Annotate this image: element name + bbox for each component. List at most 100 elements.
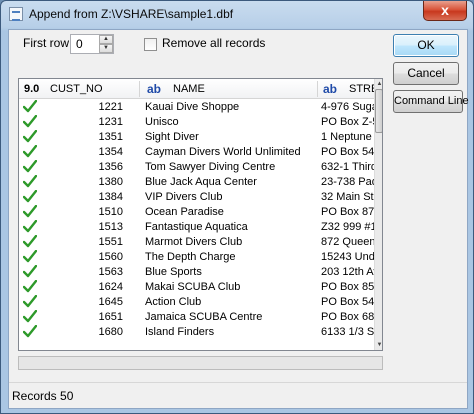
name-cell: Action Club	[145, 296, 202, 308]
table-row[interactable]: 1680 Island Finders 6133 1/3 St	[19, 325, 375, 340]
check-icon[interactable]	[23, 220, 41, 235]
remove-all-label[interactable]: Remove all records	[162, 36, 265, 50]
check-icon[interactable]	[23, 115, 41, 130]
street-cell: 23-738 Pad	[321, 176, 375, 188]
column-divider	[139, 81, 140, 97]
table-row[interactable]: 1356 Tom Sawyer Diving Centre 632-1 Third	[19, 160, 375, 175]
records-grid[interactable]: 9.0 CUST_NO ab NAME ab STRE 1221 Kauai Di…	[18, 78, 383, 351]
cust-no-cell: 1356	[98, 161, 123, 173]
name-cell: The Depth Charge	[145, 251, 236, 263]
scrollbar-thumb[interactable]	[375, 89, 382, 133]
cust-no-cell: 1651	[98, 311, 123, 323]
column-header-name[interactable]: NAME	[173, 79, 293, 99]
first-row-stepper[interactable]: ▲ ▼	[70, 34, 114, 54]
check-icon[interactable]	[23, 265, 41, 280]
scroll-up-icon[interactable]: ▲	[375, 79, 382, 89]
check-icon[interactable]	[23, 325, 41, 340]
close-button[interactable]: x	[423, 1, 467, 21]
remove-all-checkbox[interactable]	[144, 38, 157, 51]
table-row[interactable]: 1563 Blue Sports 203 12th Av	[19, 265, 375, 280]
cust-no-cell: 1551	[98, 236, 123, 248]
cust-no-cell: 1221	[98, 101, 123, 113]
spin-down-icon[interactable]: ▼	[99, 44, 113, 53]
check-icon[interactable]	[23, 310, 41, 325]
street-cell: 632-1 Third	[321, 161, 375, 173]
column-header-cust-no[interactable]: CUST_NO	[50, 79, 130, 99]
street-cell: 32 Main St.	[321, 191, 375, 203]
table-row[interactable]: 1645 Action Club PO Box 545	[19, 295, 375, 310]
vertical-scrollbar[interactable]: ▲ ▼	[374, 79, 382, 350]
table-row[interactable]: 1384 VIP Divers Club 32 Main St.	[19, 190, 375, 205]
append-dialog: Append from Z:\VSHARE\sample1.dbf x Firs…	[0, 0, 474, 414]
check-icon[interactable]	[23, 145, 41, 160]
name-cell: Tom Sawyer Diving Centre	[145, 161, 276, 173]
cancel-button[interactable]: Cancel	[393, 62, 459, 85]
name-cell: Ocean Paradise	[145, 206, 224, 218]
table-row[interactable]: 1221 Kauai Dive Shoppe 4-976 Suga	[19, 100, 375, 115]
street-cell: 203 12th Av	[321, 266, 375, 278]
street-cell: 1 Neptune L	[321, 131, 375, 143]
name-cell: Fantastique Aquatica	[145, 221, 248, 233]
table-row[interactable]: 1231 Unisco PO Box Z-5	[19, 115, 375, 130]
name-cell: Marmot Divers Club	[145, 236, 243, 248]
name-cell: Kauai Dive Shoppe	[145, 101, 240, 113]
cust-no-type-badge: 9.0	[24, 83, 40, 95]
first-row-input[interactable]	[73, 36, 97, 52]
status-bar: Records 50	[9, 382, 467, 408]
check-icon[interactable]	[23, 190, 41, 205]
check-icon[interactable]	[23, 250, 41, 265]
street-cell: PO Box 68	[321, 311, 375, 323]
street-cell: PO Box 853	[321, 281, 375, 293]
street-cell: PO Box 541	[321, 146, 375, 158]
check-icon[interactable]	[23, 205, 41, 220]
cust-no-cell: 1231	[98, 116, 123, 128]
command-line-button[interactable]: Command Line	[393, 90, 469, 113]
name-cell: Jamaica SCUBA Centre	[145, 311, 263, 323]
street-cell: 4-976 Suga	[321, 101, 375, 113]
title-bar[interactable]: Append from Z:\VSHARE\sample1.dbf x	[1, 1, 473, 29]
check-icon[interactable]	[23, 235, 41, 250]
table-row[interactable]: 1513 Fantastique Aquatica Z32 999 #1	[19, 220, 375, 235]
table-row[interactable]: 1624 Makai SCUBA Club PO Box 853	[19, 280, 375, 295]
table-row[interactable]: 1351 Sight Diver 1 Neptune L	[19, 130, 375, 145]
cust-no-cell: 1645	[98, 296, 123, 308]
table-row[interactable]: 1354 Cayman Divers World Unlimited PO Box …	[19, 145, 375, 160]
cust-no-cell: 1380	[98, 176, 123, 188]
close-icon: x	[441, 2, 449, 18]
cust-no-cell: 1513	[98, 221, 123, 233]
table-row[interactable]: 1510 Ocean Paradise PO Box 874	[19, 205, 375, 220]
street-cell: Z32 999 #1	[321, 221, 375, 233]
cust-no-cell: 1560	[98, 251, 123, 263]
grid-header: 9.0 CUST_NO ab NAME ab STRE	[19, 79, 374, 99]
table-row[interactable]: 1551 Marmot Divers Club 872 Queen	[19, 235, 375, 250]
dialog-body: First row ▲ ▼ Remove all records OK Canc…	[8, 29, 469, 409]
progress-bar	[18, 356, 383, 370]
street-cell: PO Box 874	[321, 206, 375, 218]
spin-up-icon[interactable]: ▲	[99, 35, 113, 44]
column-divider	[317, 81, 318, 97]
table-row[interactable]: 1651 Jamaica SCUBA Centre PO Box 68	[19, 310, 374, 325]
table-row[interactable]: 1560 The Depth Charge 15243 Unde	[19, 250, 375, 265]
cust-no-cell: 1351	[98, 131, 123, 143]
cust-no-cell: 1680	[98, 326, 123, 338]
street-type-badge: ab	[323, 82, 338, 96]
name-cell: Blue Jack Aqua Center	[145, 176, 257, 188]
cust-no-cell: 1563	[98, 266, 123, 278]
ok-button[interactable]: OK	[393, 34, 459, 57]
app-icon	[9, 7, 23, 21]
check-icon[interactable]	[23, 160, 41, 175]
table-row[interactable]: 1380 Blue Jack Aqua Center 23-738 Pad	[19, 175, 375, 190]
column-header-street[interactable]: STRE	[349, 79, 374, 99]
first-row-label: First row	[23, 36, 69, 50]
check-icon[interactable]	[23, 100, 41, 115]
check-icon[interactable]	[23, 295, 41, 310]
name-cell: Makai SCUBA Club	[145, 281, 241, 293]
check-icon[interactable]	[23, 175, 41, 190]
street-cell: 6133 1/3 St	[321, 326, 375, 338]
name-cell: Cayman Divers World Unlimited	[145, 146, 301, 158]
check-icon[interactable]	[23, 130, 41, 145]
check-icon[interactable]	[23, 280, 41, 295]
scroll-down-icon[interactable]: ▼	[375, 340, 382, 350]
cust-no-cell: 1384	[98, 191, 123, 203]
name-cell: Island Finders	[145, 326, 215, 338]
